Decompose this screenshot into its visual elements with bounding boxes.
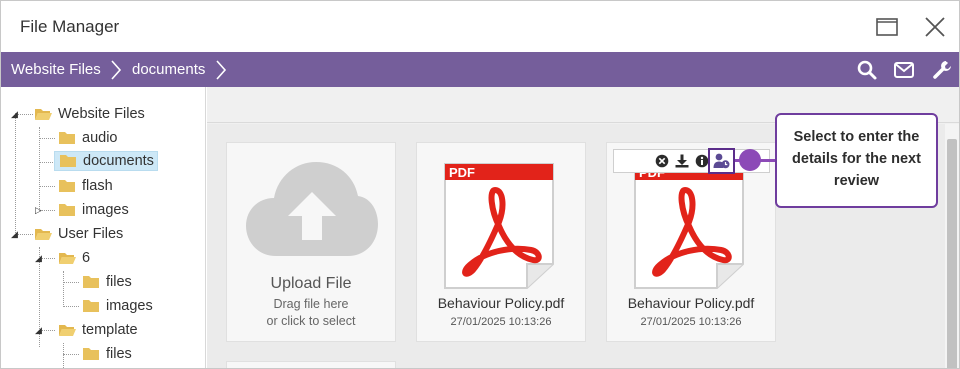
tree-item-label: template	[82, 322, 138, 338]
tree-line	[63, 271, 64, 307]
tree-item-template-files[interactable]: files	[82, 344, 135, 364]
folder-icon	[83, 300, 99, 312]
tree-item-user-files[interactable]: User Files	[34, 224, 126, 244]
title-bar: File Manager	[1, 1, 959, 52]
breadcrumb-documents[interactable]: documents	[132, 61, 205, 78]
tree-item-label: User Files	[58, 226, 124, 242]
scrollbar-thumb[interactable]	[947, 139, 957, 368]
tree-item-label: audio	[82, 130, 118, 146]
collapse-toggle-icon[interactable]: ◢	[35, 254, 42, 263]
upload-tile[interactable]: Upload File Drag file here or click to s…	[226, 142, 396, 342]
tree-line	[39, 127, 40, 209]
collapse-toggle-icon[interactable]: ◢	[11, 230, 18, 239]
callout-connector	[759, 159, 775, 162]
delete-icon[interactable]	[655, 154, 669, 168]
wrench-icon[interactable]	[931, 59, 953, 81]
tree-line	[63, 343, 64, 368]
tree-item-website-files[interactable]: Website Files	[34, 104, 148, 124]
tree-item-label: images	[106, 298, 153, 314]
folder-icon	[59, 180, 75, 192]
file-name: Behaviour Policy.pdf	[627, 295, 755, 311]
callout-marker	[739, 149, 761, 171]
upload-hint-line1: Drag file here	[273, 297, 349, 311]
upload-hint-line2: or click to select	[266, 314, 356, 328]
expand-toggle-icon[interactable]: ▷	[35, 206, 42, 215]
file-date: 27/01/2025 10:13:26	[640, 316, 742, 328]
folder-open-icon	[59, 325, 76, 336]
tree-item-images[interactable]: images	[58, 200, 132, 220]
tree-line	[39, 186, 55, 187]
tree-item-label: files	[106, 346, 132, 362]
tree-line	[39, 138, 55, 139]
file-manager-window: File Manager Website Files documents ◢ ▷…	[0, 0, 960, 369]
tree-item-label: files	[106, 274, 132, 290]
tree-item-documents[interactable]: documents	[54, 151, 158, 171]
folder-open-icon	[59, 253, 76, 264]
envelope-icon[interactable]	[893, 59, 915, 81]
search-icon[interactable]	[856, 59, 878, 81]
file-tile[interactable]: PDF Behaviour Policy.pdf 27/01/2025 10:1…	[416, 142, 586, 342]
chevron-right-icon	[216, 60, 227, 80]
pdf-icon: PDF	[634, 163, 744, 289]
folder-open-icon	[35, 229, 52, 240]
callout-tooltip: Select to enter the details for the next…	[775, 113, 938, 208]
pdf-icon: PDF	[444, 163, 554, 289]
folder-icon	[83, 276, 99, 288]
download-icon[interactable]	[675, 154, 689, 168]
tree-item-audio[interactable]: audio	[58, 128, 120, 148]
next-review-button[interactable]	[708, 148, 735, 174]
cloud-upload-icon	[246, 162, 378, 256]
tree-item-label: documents	[83, 153, 154, 169]
tree-line	[15, 113, 16, 233]
tree-line	[63, 306, 79, 307]
window-title: File Manager	[20, 17, 120, 36]
svg-text:PDF: PDF	[449, 165, 475, 180]
file-date: 27/01/2025 10:13:26	[450, 316, 552, 328]
breadcrumb-website-files[interactable]: Website Files	[11, 61, 101, 78]
folder-icon	[83, 348, 99, 360]
file-name: Behaviour Policy.pdf	[437, 295, 565, 311]
tree-item-user-6-files[interactable]: files	[82, 272, 135, 292]
folder-icon	[59, 132, 75, 144]
tree-item-label: images	[82, 202, 129, 218]
upload-tile[interactable]	[226, 361, 396, 368]
tree-line	[63, 282, 79, 283]
chevron-right-icon	[111, 60, 122, 80]
folder-icon	[60, 155, 76, 167]
folder-icon	[59, 204, 75, 216]
tree-line	[63, 354, 79, 355]
tree-item-flash[interactable]: flash	[58, 176, 116, 196]
tree-item-user-6-images[interactable]: images	[82, 296, 156, 316]
tree-item-user-6[interactable]: 6	[58, 248, 93, 268]
upload-title: Upload File	[270, 275, 352, 292]
close-icon[interactable]	[923, 15, 947, 39]
tree-item-label: flash	[82, 178, 113, 194]
maximize-icon[interactable]	[875, 15, 899, 39]
tree-item-template[interactable]: template	[58, 320, 141, 340]
collapse-toggle-icon[interactable]: ◢	[35, 326, 42, 335]
tree-item-label: Website Files	[58, 106, 145, 122]
folder-tree: ◢ ▷ ◢ ◢ ◢ Website Files audio documents …	[1, 87, 206, 368]
tree-line	[39, 162, 55, 163]
info-icon[interactable]	[695, 154, 709, 168]
user-clock-icon	[713, 153, 730, 169]
tree-item-label: 6	[82, 250, 91, 266]
breadcrumb-bar: Website Files documents	[1, 52, 959, 87]
folder-open-icon	[35, 109, 52, 120]
collapse-toggle-icon[interactable]: ◢	[11, 110, 18, 119]
